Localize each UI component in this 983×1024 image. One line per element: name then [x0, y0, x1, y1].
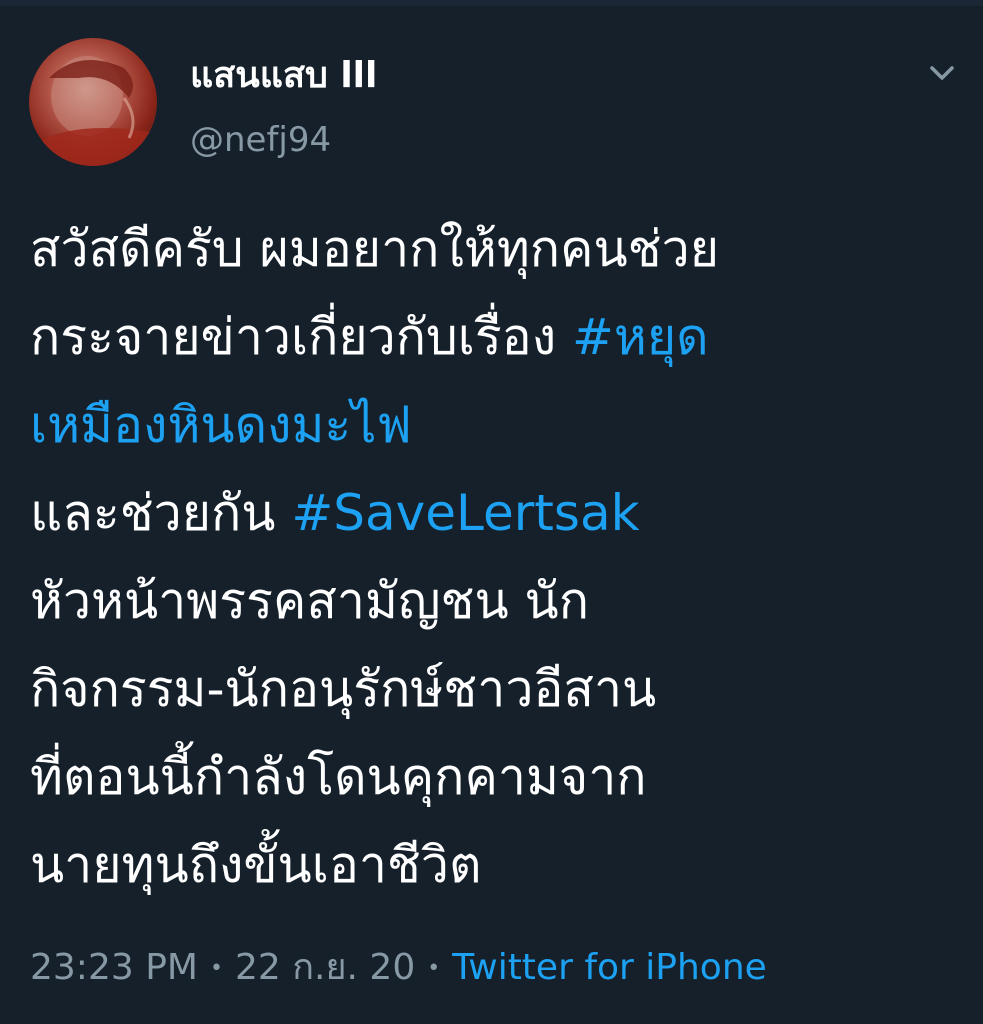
hashtag-link[interactable]: เหมืองหินดงมะไฟ: [30, 396, 412, 454]
meta-separator: •: [209, 956, 223, 981]
tweet-text-line: หัวหน้าพรรคสามัญชน นัก: [30, 572, 589, 630]
tweet-date[interactable]: 22 ก.ย. 20: [235, 947, 415, 988]
tweet-text-line: ที่ตอนนี้กำลังโดนคุกคามจาก: [30, 748, 647, 806]
tweet-time[interactable]: 23:23 PM: [30, 947, 198, 988]
author-handle[interactable]: @nefj94: [190, 117, 331, 163]
author-display-name[interactable]: แสนแสบ lll: [190, 52, 377, 100]
tweet-source-link[interactable]: Twitter for iPhone: [452, 947, 767, 988]
tweet-text: สวัสดีครับ ผมอยากให้ทุกคนช่วย กระจายข่าว…: [30, 205, 960, 909]
hashtag-link[interactable]: #SaveLertsak: [291, 484, 639, 542]
tweet-text-line: นายทุนถึงขั้นเอาชีวิต: [30, 836, 482, 894]
tweet-meta: 23:23 PM • 22 ก.ย. 20 • Twitter for iPhone: [30, 940, 767, 997]
tweet-text-segment: กระจายข่าวเกี่ยวกับเรื่อง: [30, 308, 573, 366]
tweet-text-line: เหมืองหินดงมะไฟ: [30, 381, 960, 469]
meta-separator: •: [427, 956, 441, 981]
tweet-text-line: กิจกรรม-นักอนุรักษ์ชาวอีสาน: [30, 660, 657, 718]
tweet-text-line: กระจายข่าวเกี่ยวกับเรื่อง #หยุด: [30, 293, 960, 381]
avatar[interactable]: [29, 38, 157, 166]
top-divider: [0, 0, 983, 6]
profile-photo-icon: [29, 56, 157, 166]
tweet-text-line: และช่วยกัน #SaveLertsak: [30, 469, 960, 557]
tweet-text-line: สวัสดีครับ ผมอยากให้ทุกคนช่วย: [30, 220, 719, 278]
chevron-down-icon[interactable]: [922, 58, 962, 88]
tweet-text-segment: และช่วยกัน: [30, 484, 292, 542]
hashtag-link[interactable]: #หยุด: [572, 308, 709, 366]
